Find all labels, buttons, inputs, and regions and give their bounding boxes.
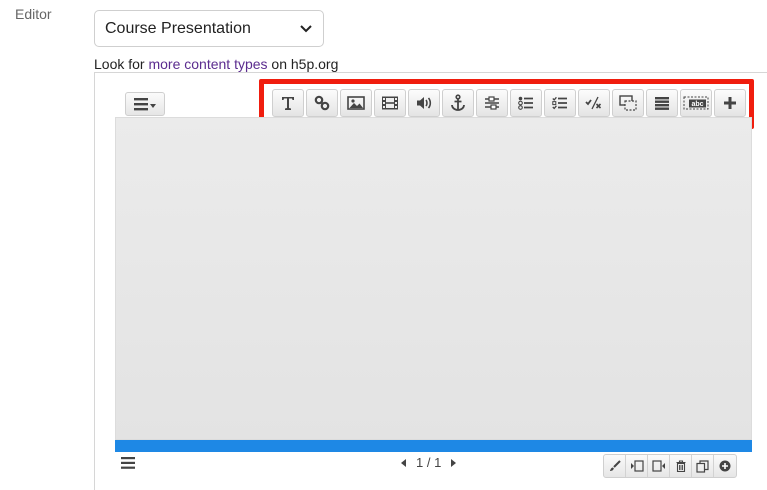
- slides-menu-button[interactable]: [120, 456, 136, 470]
- insert-fill-blanks-button[interactable]: [476, 89, 508, 117]
- text-icon: [280, 95, 296, 111]
- add-circle-icon: [719, 460, 731, 472]
- trash-icon: [675, 460, 687, 472]
- add-slide-button[interactable]: [714, 455, 736, 477]
- svg-text:abc: abc: [691, 101, 703, 108]
- content-types-hint: Look for more content types on h5p.org: [94, 56, 338, 72]
- slide-tools: [603, 454, 737, 478]
- hint-suffix: on h5p.org: [267, 56, 339, 72]
- more-content-button[interactable]: [714, 89, 746, 117]
- insert-drag-text-button[interactable]: abc: [680, 89, 712, 117]
- content-type-value: Course Presentation: [105, 19, 251, 37]
- menu-dropdown-icon: [132, 96, 158, 112]
- insert-video-button[interactable]: [374, 89, 406, 117]
- drag-text-icon: abc: [683, 96, 709, 110]
- clone-icon: [696, 459, 709, 473]
- move-right-icon: [651, 460, 666, 472]
- multi-choice-icon: [552, 96, 568, 110]
- fill-blanks-icon: [484, 96, 500, 110]
- content-type-select[interactable]: Course Presentation: [94, 10, 324, 47]
- slide-canvas[interactable]: [115, 117, 752, 440]
- insert-single-choice-button[interactable]: [510, 89, 542, 117]
- insert-audio-button[interactable]: [408, 89, 440, 117]
- brush-icon: [609, 460, 621, 472]
- more-content-types-link[interactable]: more content types: [148, 56, 267, 72]
- insert-link-button[interactable]: [306, 89, 338, 117]
- insert-true-false-button[interactable]: [578, 89, 610, 117]
- anchor-icon: [450, 94, 466, 112]
- move-left-icon: [630, 460, 644, 472]
- hamburger-icon: [121, 457, 135, 469]
- content-toolbar: abc: [272, 89, 746, 117]
- video-icon: [381, 95, 399, 111]
- insert-image-button[interactable]: [340, 89, 372, 117]
- pager-current: 1: [416, 455, 424, 470]
- next-slide-icon[interactable]: [449, 458, 457, 468]
- insert-text-button[interactable]: [272, 89, 304, 117]
- plus-icon: [723, 96, 737, 110]
- slide-pager: 1 / 1: [400, 455, 457, 470]
- hint-prefix: Look for: [94, 56, 149, 72]
- insert-anchor-button[interactable]: [442, 89, 474, 117]
- previous-slide-icon[interactable]: [400, 458, 408, 468]
- pager-separator: /: [426, 455, 431, 470]
- editor-label: Editor: [15, 6, 52, 22]
- slide-menu-button[interactable]: [125, 92, 165, 116]
- insert-multi-choice-button[interactable]: [544, 89, 576, 117]
- move-slide-left-button[interactable]: [626, 455, 648, 477]
- single-choice-icon: [518, 96, 534, 110]
- audio-icon: [415, 95, 433, 111]
- clone-slide-button[interactable]: [692, 455, 714, 477]
- slide-background-button[interactable]: [604, 455, 626, 477]
- link-icon: [314, 95, 330, 111]
- image-icon: [347, 95, 365, 111]
- true-false-icon: [585, 96, 603, 110]
- slide-progress-bar: [115, 440, 752, 452]
- chevron-down-icon: [299, 22, 313, 36]
- drag-drop-icon: [619, 95, 637, 111]
- pager-total: 1: [434, 455, 442, 470]
- insert-drag-drop-button[interactable]: [612, 89, 644, 117]
- pager-label: 1 / 1: [416, 455, 441, 470]
- summary-icon: [654, 96, 670, 110]
- move-slide-right-button[interactable]: [648, 455, 670, 477]
- insert-summary-button[interactable]: [646, 89, 678, 117]
- delete-slide-button[interactable]: [670, 455, 692, 477]
